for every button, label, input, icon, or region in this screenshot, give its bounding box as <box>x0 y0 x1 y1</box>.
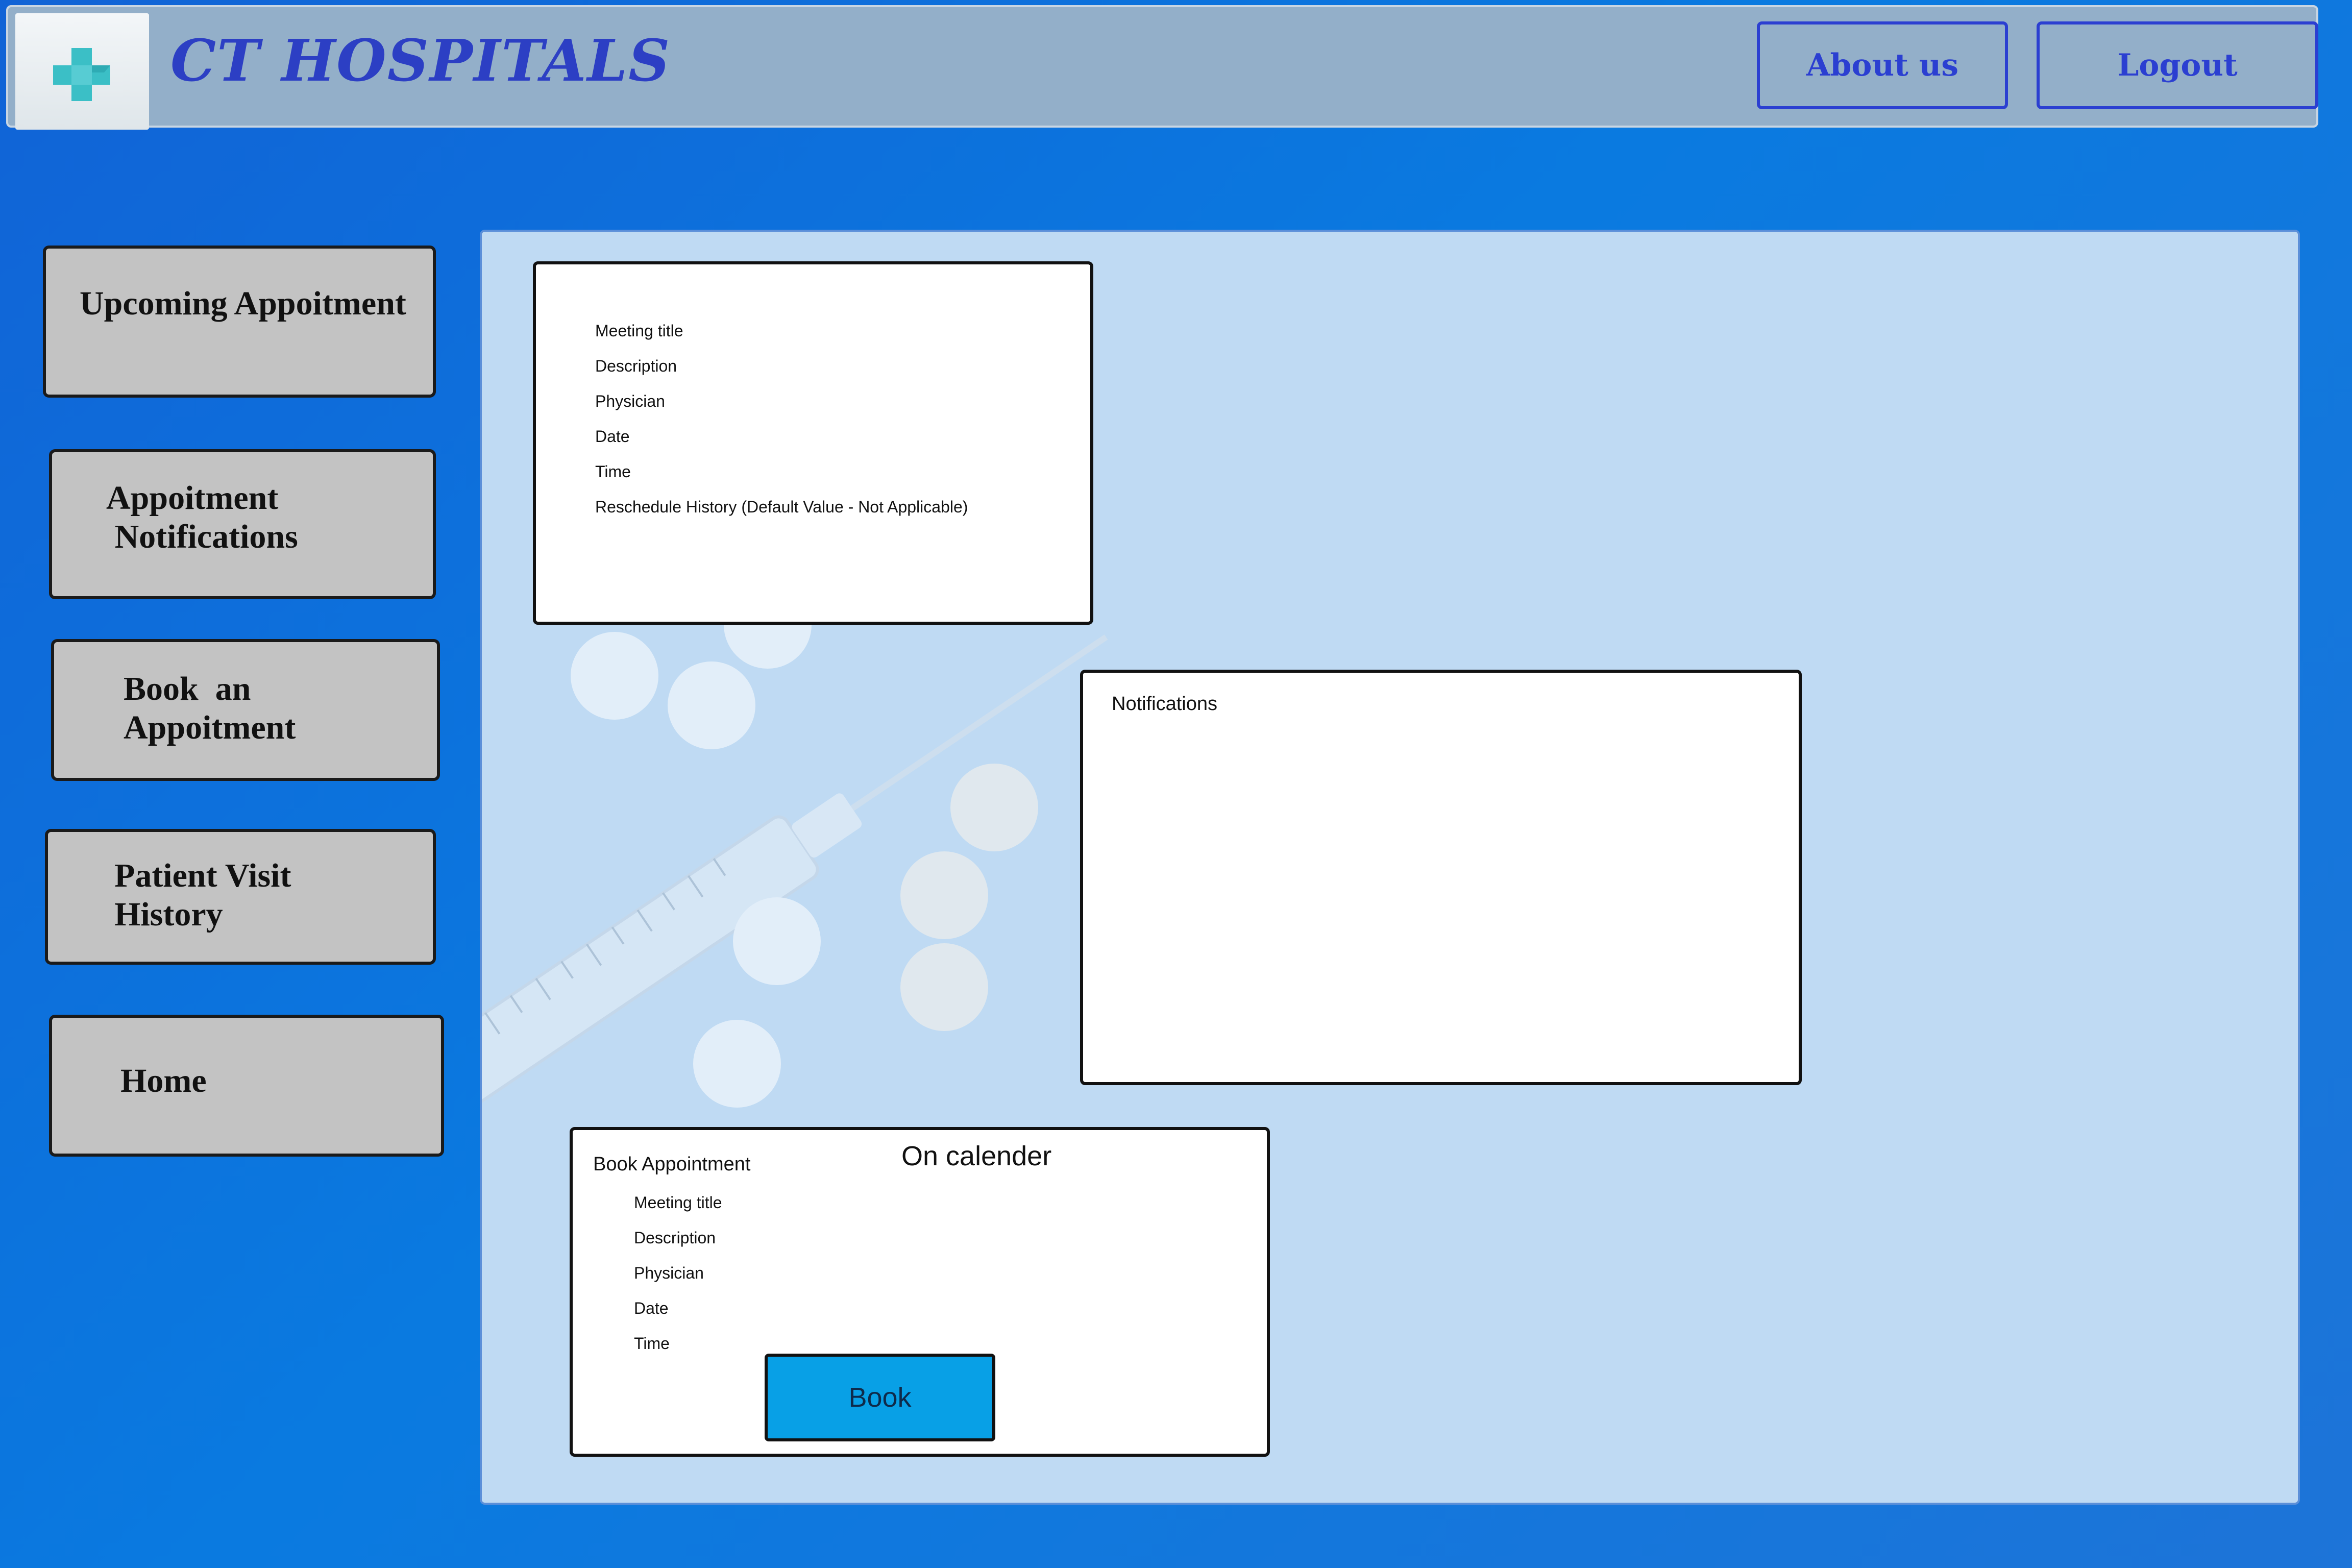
input-date[interactable]: Date <box>634 1299 722 1334</box>
notifications-title: Notifications <box>1112 693 1217 715</box>
appointment-details-list: Meeting title Description Physician Date… <box>595 322 968 533</box>
on-calendar-link[interactable]: On calender <box>901 1140 1051 1172</box>
field-meeting-title: Meeting title <box>595 322 683 340</box>
book-appointment-card: Book Appointment On calender Meeting tit… <box>570 1127 1270 1457</box>
input-description[interactable]: Description <box>634 1229 722 1264</box>
upcoming-appointment-button[interactable]: Upcoming Appoitment <box>43 246 436 398</box>
about-us-button[interactable]: About us <box>1757 21 2008 109</box>
input-meeting-title[interactable]: Meeting title <box>634 1193 722 1229</box>
plus-cross-icon <box>53 48 110 101</box>
appointment-notifications-button[interactable]: Appoitment Notifications <box>49 449 436 599</box>
book-appointment-title: Book Appointment <box>593 1154 751 1175</box>
field-date: Date <box>595 427 630 446</box>
field-physician: Physician <box>595 392 665 410</box>
logout-button[interactable]: Logout <box>2037 21 2318 109</box>
book-appointment-nav-button[interactable]: Book an Appoitment <box>51 639 440 781</box>
header-bar: CT HOSPITALS About us Logout <box>6 5 2318 130</box>
input-physician[interactable]: Physician <box>634 1264 722 1299</box>
field-description: Description <box>595 357 677 375</box>
upcoming-appointment-card: Meeting title Description Physician Date… <box>533 261 1093 625</box>
home-button[interactable]: Home <box>49 1015 444 1157</box>
patient-visit-history-button[interactable]: Patient Visit History <box>45 829 436 965</box>
brand-title: CT HOSPITALS <box>170 28 671 94</box>
book-button[interactable]: Book <box>765 1354 995 1441</box>
notifications-card: Notifications <box>1080 670 1802 1085</box>
field-time: Time <box>595 462 631 481</box>
input-time[interactable]: Time <box>634 1334 722 1369</box>
field-reschedule-history: Reschedule History (Default Value - Not … <box>595 498 968 516</box>
hospital-logo[interactable] <box>15 13 149 130</box>
booking-form-fields: Meeting title Description Physician Date… <box>634 1193 722 1369</box>
